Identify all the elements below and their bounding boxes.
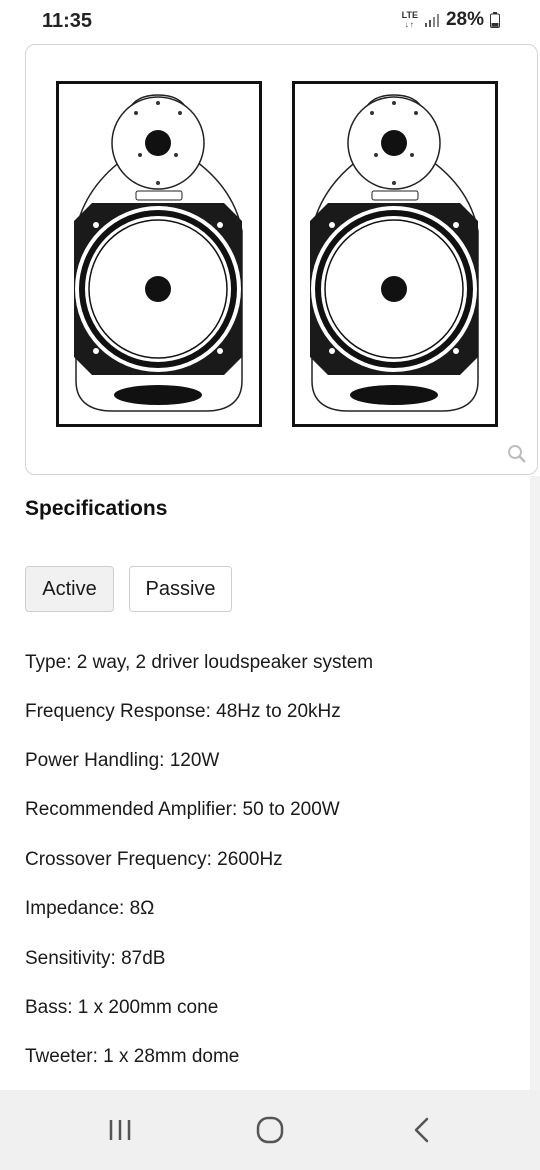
status-icons: LTE ↓↑ 28%	[402, 9, 500, 31]
speakers-illustration	[56, 81, 502, 471]
signal-icon	[424, 14, 439, 27]
tab-active[interactable]: Active	[25, 566, 114, 612]
back-icon	[414, 1117, 429, 1143]
back-button[interactable]	[402, 1112, 442, 1148]
lte-icon: LTE ↓↑	[401, 10, 418, 30]
tab-passive[interactable]: Passive	[129, 566, 232, 612]
spec-impedance: Impedance: 8Ω	[25, 898, 155, 919]
battery-percentage: 28%	[445, 9, 484, 30]
specifications-heading: Specifications	[25, 497, 168, 520]
spec-frequency-response: Frequency Response: 48Hz to 20kHz	[25, 701, 341, 722]
spec-type: Type: 2 way, 2 driver loudspeaker system	[25, 652, 374, 673]
spec-power-handling: Power Handling: 120W	[25, 750, 220, 771]
network-label: LTE	[401, 10, 418, 20]
recent-apps-button[interactable]	[100, 1112, 140, 1148]
status-bar: 11:35 LTE ↓↑ 28%	[0, 0, 540, 44]
spec-tweeter: Tweeter: 1 x 28mm dome	[25, 1046, 240, 1067]
zoom-icon[interactable]	[507, 444, 527, 464]
status-time: 11:35	[42, 10, 93, 32]
spec-sensitivity: Sensitivity: 87dB	[25, 948, 166, 969]
spec-bass: Bass: 1 x 200mm cone	[25, 997, 219, 1018]
spec-recommended-amplifier: Recommended Amplifier: 50 to 200W	[25, 799, 340, 820]
recent-apps-icon	[109, 1120, 131, 1140]
spec-crossover-frequency: Crossover Frequency: 2600Hz	[25, 849, 283, 870]
scroll-gutter	[530, 476, 540, 1090]
home-icon	[256, 1116, 284, 1144]
product-image-card[interactable]	[25, 44, 538, 475]
battery-icon	[490, 12, 500, 28]
home-button[interactable]	[250, 1112, 290, 1148]
navigation-bar	[0, 1090, 540, 1170]
